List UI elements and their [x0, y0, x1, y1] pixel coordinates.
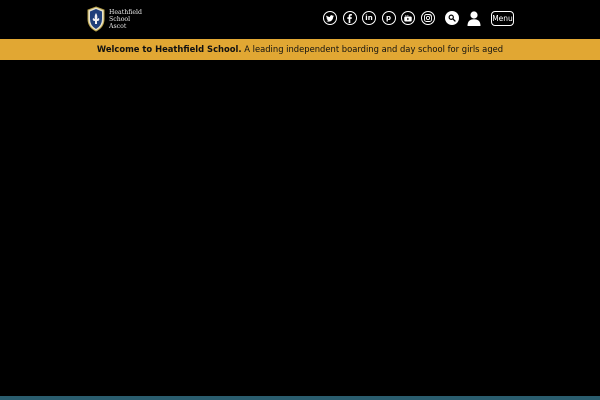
instagram-link[interactable]: [420, 11, 435, 25]
linkedin-link[interactable]: in: [362, 11, 376, 25]
pinterest-link[interactable]: p: [381, 11, 396, 25]
youtube-link[interactable]: [401, 11, 415, 25]
account-button[interactable]: [467, 11, 481, 26]
facebook-link[interactable]: [342, 11, 357, 25]
welcome-banner: Welcome to Heathfield School. A leading …: [0, 39, 600, 60]
logo-line-1: Heathfield: [109, 8, 142, 16]
linkedin-icon: in: [365, 13, 373, 22]
welcome-text: A leading independent boarding and day s…: [241, 44, 504, 54]
school-logo[interactable]: Heathfield School Ascot: [86, 4, 142, 34]
twitter-link[interactable]: [323, 11, 337, 25]
school-crest-icon: [87, 6, 105, 32]
welcome-heading: Welcome to Heathfield School.: [96, 44, 242, 54]
instagram-icon: [423, 14, 432, 22]
twitter-icon: [326, 14, 334, 22]
page: Heathfield School Ascot in p Menu Welcom…: [0, 0, 600, 400]
search-icon: [448, 14, 456, 22]
youtube-icon: [404, 14, 412, 21]
facebook-icon: [347, 13, 352, 23]
user-icon: [467, 11, 481, 26]
pinterest-icon: p: [385, 13, 391, 22]
bottom-strip: [0, 396, 600, 400]
social-links: in p: [323, 11, 440, 25]
hero-area: [0, 60, 600, 396]
site-header: Heathfield School Ascot in p Menu: [0, 0, 600, 39]
logo-line-2: School: [109, 15, 131, 23]
logo-line-3: Ascot: [109, 22, 127, 30]
menu-button[interactable]: Menu: [491, 11, 514, 26]
search-button[interactable]: [445, 11, 459, 25]
